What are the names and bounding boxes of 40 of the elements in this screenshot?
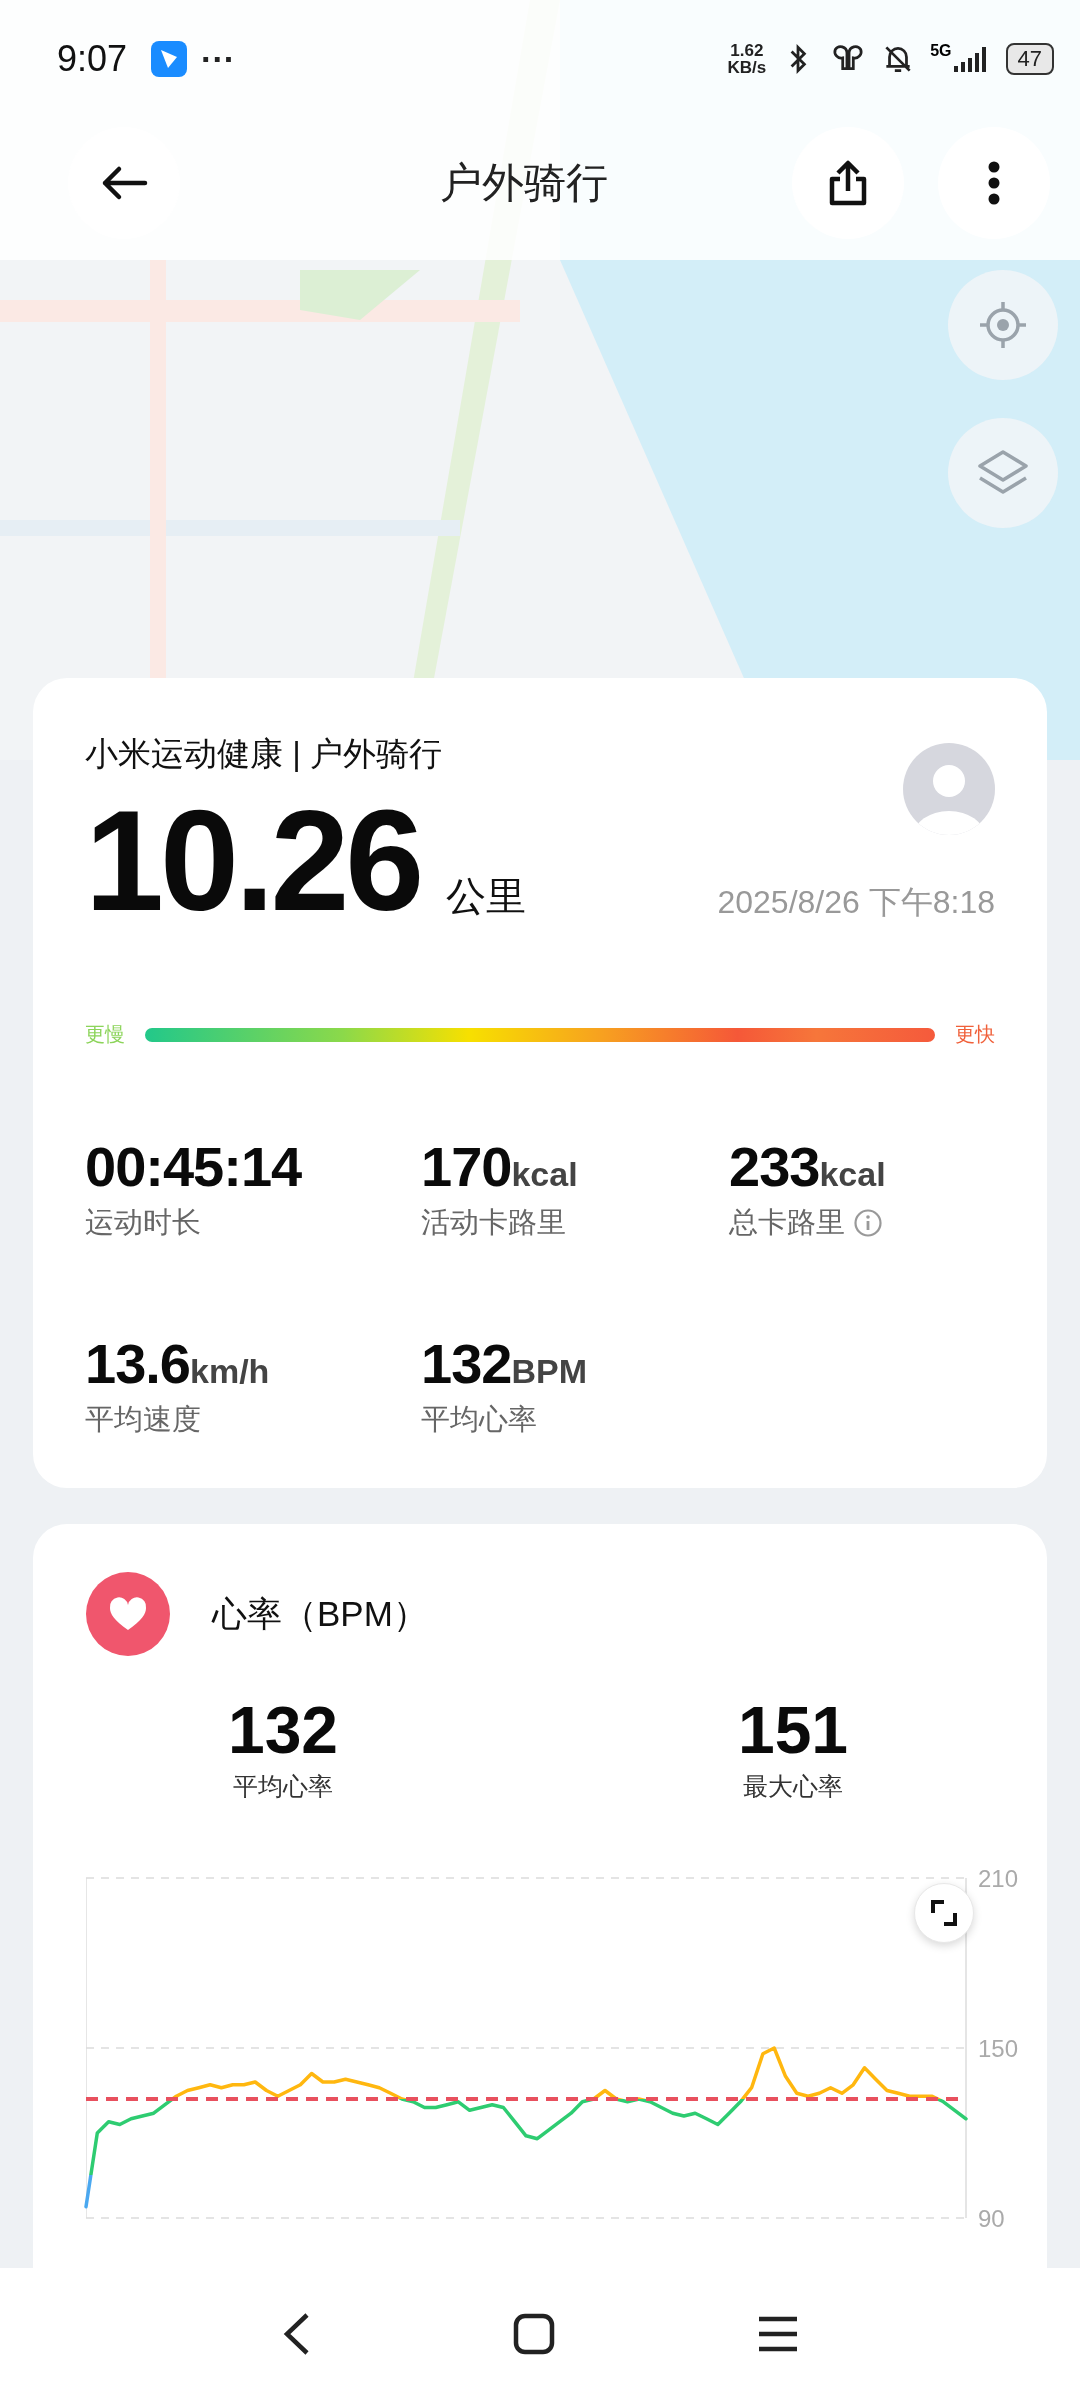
stat-label: 平均心率 — [421, 1402, 537, 1438]
heart-rate-value: 132 — [227, 1692, 339, 1769]
heart-rate-value: 151 — [737, 1692, 849, 1769]
network-speed: 1.62 KB/s — [727, 42, 767, 76]
source-title: 小米运动健康 | 户外骑行 — [85, 734, 443, 775]
y-axis-label: 90 — [978, 2205, 1005, 2233]
avatar-icon — [901, 741, 997, 838]
heart-rate-title: 心率（BPM） — [212, 1592, 428, 1635]
y-axis-label: 150 — [978, 2035, 1019, 2063]
stat-value: 13.6km/h — [85, 1331, 271, 1397]
stat-label: 运动时长 — [85, 1205, 201, 1241]
page-title: 户外骑行 — [438, 158, 609, 208]
square-icon — [513, 2313, 555, 2355]
stat-value: 00:45:14 — [85, 1134, 303, 1200]
stat-value: 170kcal — [421, 1134, 579, 1200]
menu-icon — [757, 2316, 799, 2352]
faster-label: 更快 — [955, 1022, 995, 1048]
stat-label: 平均速度 — [85, 1402, 201, 1438]
fullscreen-button[interactable] — [914, 1883, 974, 1944]
network-type: 5G — [930, 42, 952, 60]
heart-rate-label: 平均心率 — [233, 1771, 333, 1803]
slower-label: 更慢 — [85, 1022, 125, 1048]
distance-value: 10.26 — [85, 781, 421, 942]
stat-label: 活动卡路里 — [421, 1205, 566, 1241]
info-icon[interactable] — [853, 1208, 883, 1239]
more-notifications-indicator: ··· — [201, 39, 236, 79]
chevron-left-icon — [281, 2312, 311, 2356]
workout-datetime: 2025/8/26 下午8:18 — [717, 883, 995, 923]
battery-indicator: 47 — [1005, 43, 1054, 75]
heart-rate-label: 最大心率 — [743, 1771, 843, 1803]
status-time: 9:07 — [57, 38, 128, 80]
more-icon — [987, 160, 1001, 206]
y-axis-label: 210 — [978, 1865, 1019, 1893]
stat-value: 132BPM — [421, 1331, 588, 1397]
expand-icon — [930, 1899, 958, 1928]
locate-icon — [978, 300, 1028, 351]
distance-unit: 公里 — [446, 873, 527, 921]
stat-label: 总卡路里 — [729, 1205, 845, 1241]
app-notification-icon — [151, 41, 188, 77]
stat-value: 233kcal — [729, 1134, 887, 1200]
